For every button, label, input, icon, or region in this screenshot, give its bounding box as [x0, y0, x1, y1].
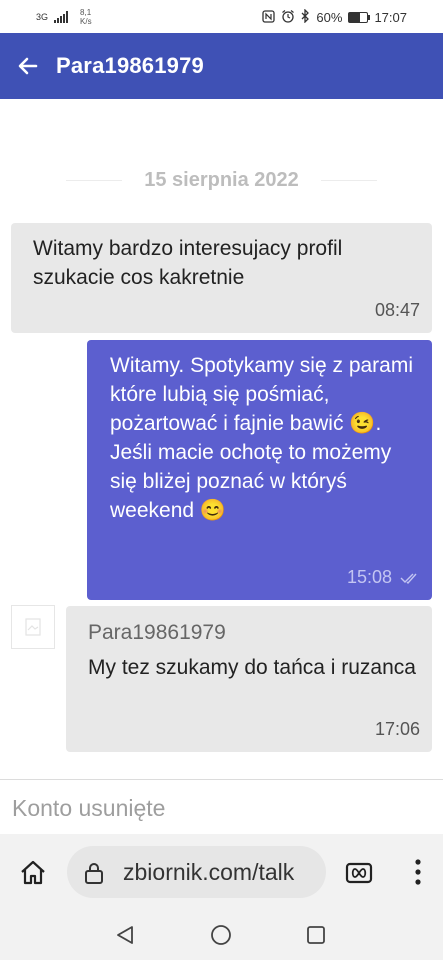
message-text: Witamy bardzo interesujacy profil szukac… [33, 237, 343, 289]
status-left: 3G 8,1 K/s [36, 8, 92, 26]
back-button[interactable] [0, 33, 56, 99]
url-text: zbiornik.com/talk [123, 859, 295, 885]
status-right: 60% 17:07 [262, 8, 407, 26]
nav-home-icon[interactable] [210, 924, 232, 946]
message-text: My tez szukamy do tańca i ruzanca [88, 656, 416, 679]
battery-icon [348, 12, 371, 23]
message-time: 17:06 [374, 719, 420, 739]
app-bar: Para19861979 [0, 33, 443, 99]
home-button[interactable] [18, 858, 48, 888]
wink-emoji-icon: 😉 [349, 412, 376, 435]
message-meta: 15:08 [347, 567, 420, 588]
menu-button[interactable] [408, 856, 428, 888]
message-text: Witamy. Spotykamy się z parami które lub… [110, 351, 420, 525]
avatar[interactable] [11, 605, 55, 649]
battery-percent: 60% [316, 10, 343, 25]
signal-icon [54, 11, 69, 23]
nfc-icon [262, 9, 276, 26]
message-time: 08:47 [374, 300, 420, 320]
nav-recent-icon[interactable] [306, 925, 326, 945]
smile-emoji-icon: 😊 [199, 499, 227, 522]
message-time: 15:08 [346, 567, 392, 587]
lock-icon [85, 863, 103, 884]
tab-switcher-button[interactable] [344, 858, 374, 888]
nav-back-icon[interactable] [114, 924, 136, 946]
network-speed-value: 8,1 [80, 8, 92, 17]
alarm-icon [281, 9, 295, 26]
clock: 17:07 [374, 10, 407, 25]
chat-thread[interactable]: 15 sierpnia 2022 Witamy bardzo interesuj… [0, 99, 443, 779]
message-outgoing[interactable]: Witamy. Spotykamy się z parami które lub… [87, 340, 432, 600]
message-input-placeholder: Konto usunięte [12, 795, 166, 821]
message-incoming[interactable]: Para19861979 My tez szukamy do tańca i r… [66, 606, 432, 752]
more-vert-icon [415, 859, 421, 885]
network-speed-unit: K/s [80, 17, 92, 26]
conversation-title: Para19861979 [56, 53, 204, 78]
message-content: Para19861979 My tez szukamy do tańca i r… [88, 621, 418, 682]
home-icon [21, 860, 45, 885]
message-input-area[interactable]: Konto usunięte [0, 779, 443, 835]
tabs-icon [345, 862, 373, 884]
message-incoming[interactable]: Witamy bardzo interesujacy profil szukac… [11, 223, 432, 333]
browser-toolbar: zbiornik.com/talk [0, 834, 443, 910]
date-separator: 15 sierpnia 2022 [0, 169, 443, 192]
message-sender: Para19861979 [88, 621, 226, 644]
avatar-placeholder-icon [25, 618, 41, 636]
double-check-icon [400, 573, 417, 584]
arrow-left-icon [18, 57, 38, 75]
network-speed: 8,1 K/s [80, 8, 92, 26]
network-type: 3G [36, 11, 49, 22]
date-separator-label: 15 sierpnia 2022 [144, 169, 299, 191]
bluetooth-icon [301, 8, 310, 26]
status-bar: 3G 8,1 K/s 60% 17:07 [0, 0, 443, 33]
address-bar[interactable]: zbiornik.com/talk [67, 846, 326, 898]
battery-level [349, 13, 361, 22]
system-nav-bar [0, 910, 443, 960]
